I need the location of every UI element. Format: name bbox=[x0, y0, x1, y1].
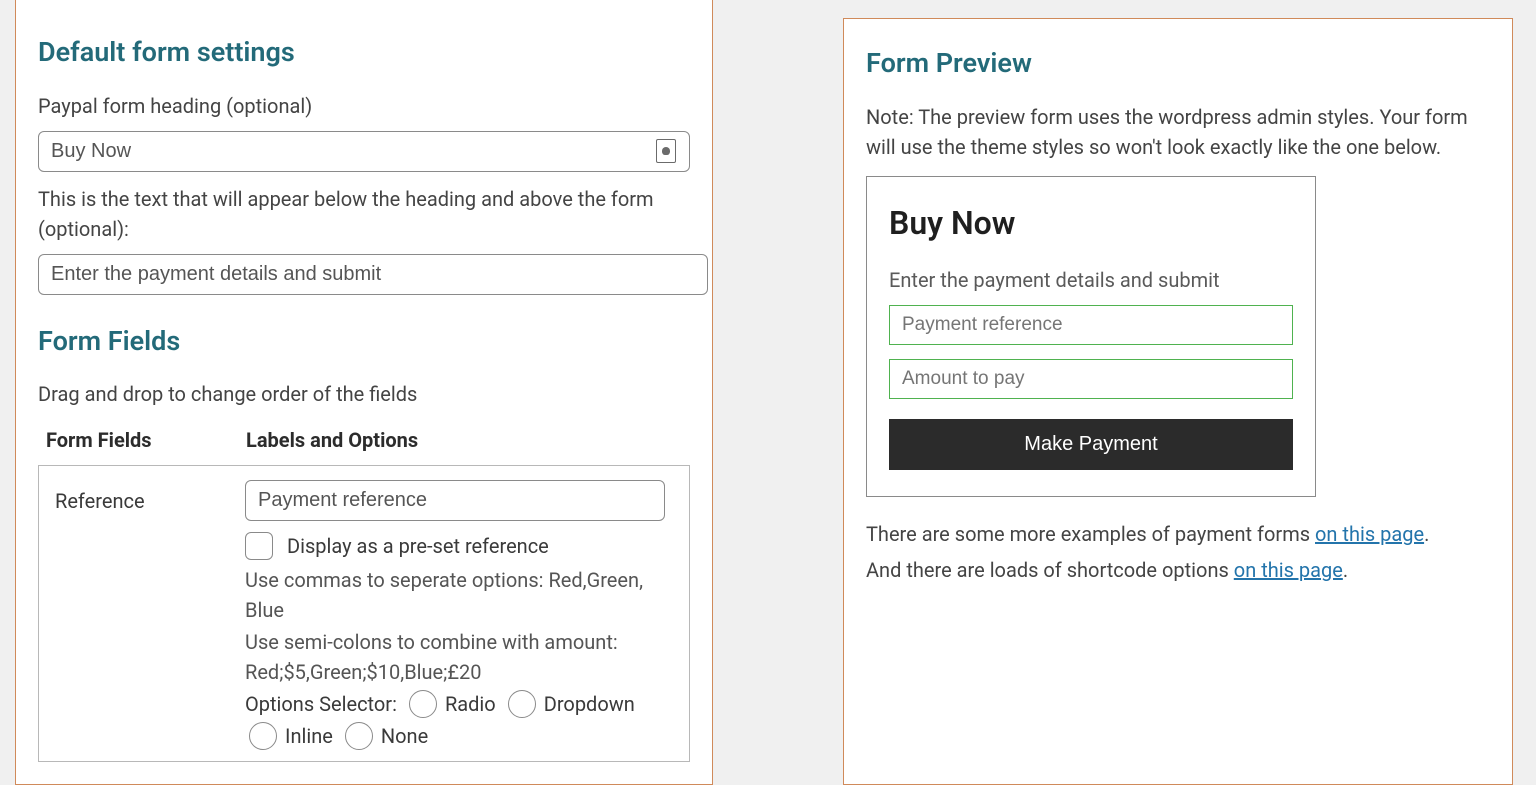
preview-reference-input[interactable] bbox=[889, 305, 1293, 345]
settings-panel: Default form settings Paypal form headin… bbox=[15, 0, 713, 785]
footer-examples-text: There are some more examples of payment … bbox=[866, 522, 1315, 546]
preset-reference-label: Display as a pre-set reference bbox=[287, 531, 549, 561]
footer-shortcode-post: . bbox=[1343, 558, 1348, 582]
examples-link[interactable]: on this page bbox=[1315, 522, 1424, 546]
footer-examples-post: . bbox=[1424, 522, 1429, 546]
option-radio-radio[interactable] bbox=[409, 690, 437, 718]
description-field-label: This is the text that will appear below … bbox=[38, 184, 690, 244]
preview-note: Note: The preview form uses the wordpres… bbox=[866, 102, 1490, 162]
heading-field-label: Paypal form heading (optional) bbox=[38, 91, 690, 121]
heading-input[interactable] bbox=[38, 131, 690, 172]
autofill-icon bbox=[656, 139, 676, 163]
preview-subtitle: Enter the payment details and submit bbox=[889, 265, 1293, 295]
footer-shortcode-line: And there are loads of shortcode options… bbox=[866, 555, 1490, 585]
option-dropdown-radio[interactable] bbox=[508, 690, 536, 718]
section-default-settings: Default form settings bbox=[38, 32, 690, 73]
preview-title: Buy Now bbox=[889, 199, 1293, 247]
preset-reference-checkbox[interactable] bbox=[245, 532, 273, 560]
option-none-label: None bbox=[381, 721, 428, 751]
field-label-input[interactable] bbox=[245, 480, 665, 521]
option-inline-radio[interactable] bbox=[249, 722, 277, 750]
options-hint-semicolons: Use semi-colons to combine with amount: … bbox=[245, 627, 665, 687]
option-radio-label: Radio bbox=[445, 689, 496, 719]
option-none-radio[interactable] bbox=[345, 722, 373, 750]
table-row[interactable]: Reference Display as a pre-set reference… bbox=[38, 465, 690, 762]
field-name: Reference bbox=[55, 480, 245, 751]
make-payment-button[interactable]: Make Payment bbox=[889, 419, 1293, 470]
fields-table: Form Fields Labels and Options Reference… bbox=[38, 419, 690, 762]
drag-hint: Drag and drop to change order of the fie… bbox=[38, 379, 690, 409]
footer-examples-line: There are some more examples of payment … bbox=[866, 519, 1490, 549]
preview-box: Buy Now Enter the payment details and su… bbox=[866, 176, 1316, 497]
option-inline-label: Inline bbox=[285, 721, 333, 751]
options-selector-label: Options Selector: bbox=[245, 689, 397, 719]
description-input[interactable] bbox=[38, 254, 708, 295]
shortcode-link[interactable]: on this page bbox=[1234, 558, 1343, 582]
footer-shortcode-text: And there are loads of shortcode options bbox=[866, 558, 1234, 582]
section-form-fields: Form Fields bbox=[38, 321, 690, 362]
preview-amount-input[interactable] bbox=[889, 359, 1293, 399]
options-hint-commas: Use commas to seperate options: Red,Gree… bbox=[245, 565, 665, 625]
option-dropdown-label: Dropdown bbox=[544, 689, 635, 719]
section-form-preview: Form Preview bbox=[866, 43, 1490, 84]
preview-panel: Form Preview Note: The preview form uses… bbox=[843, 18, 1513, 785]
fields-table-header-2: Labels and Options bbox=[246, 425, 690, 455]
fields-table-header-1: Form Fields bbox=[46, 425, 246, 455]
